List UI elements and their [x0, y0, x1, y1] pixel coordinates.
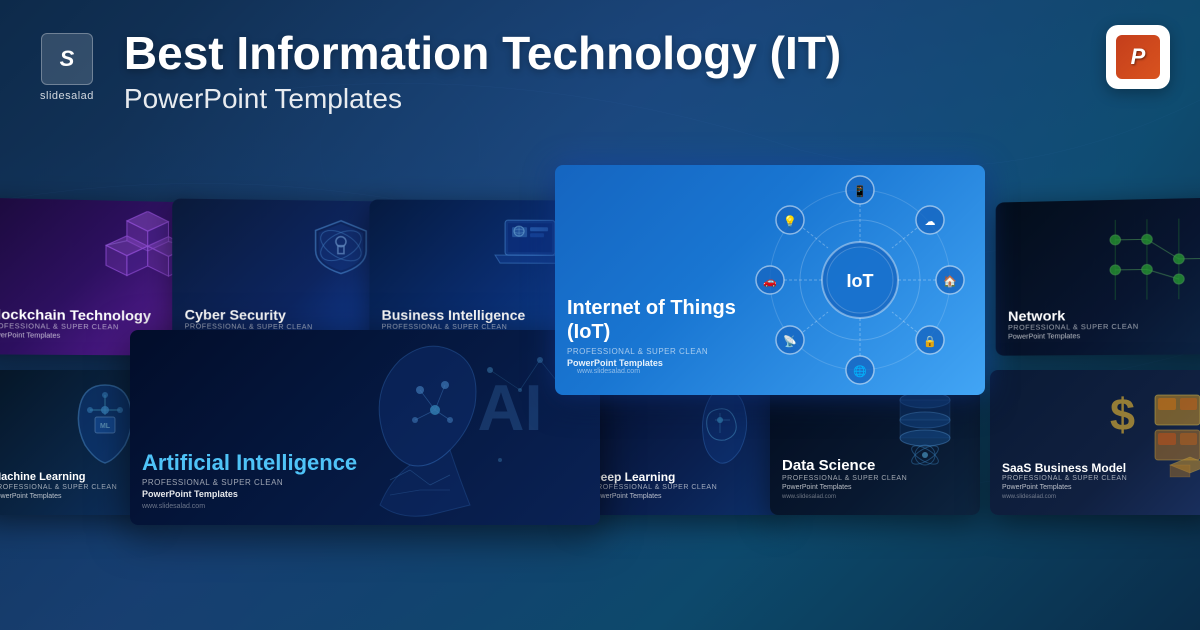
- iot-tag: Professional & Super Clean: [567, 347, 743, 356]
- ml-card-content: Machine Learning Professional & Super Cl…: [0, 461, 150, 515]
- bi-title: Business Intelligence: [382, 307, 568, 324]
- network-tag: Professional & Super Clean: [1008, 323, 1200, 332]
- data-url: www.slidesalad.com: [782, 494, 968, 500]
- svg-text:ML: ML: [100, 423, 111, 430]
- svg-text:$: $: [1110, 389, 1135, 440]
- cyber-title: Cyber Security: [185, 307, 375, 325]
- logo-letter: S: [60, 46, 75, 72]
- title-area: Best Information Technology (IT) PowerPo…: [124, 28, 1160, 115]
- ai-title: Artificial Intelligence: [142, 450, 398, 476]
- ai-subtitle: PowerPoint Templates: [142, 489, 398, 499]
- blockchain-title: Blockchain Technology: [0, 306, 182, 325]
- data-card-content: Data Science Professional & Super Clean …: [770, 447, 980, 515]
- saas-url: www.slidesalad.com: [1002, 494, 1200, 500]
- ai-tag: Professional & Super Clean: [142, 478, 398, 487]
- iot-title: Internet of Things (IoT): [567, 296, 743, 344]
- svg-text:☁: ☁: [925, 216, 936, 228]
- data-tag: Professional & Super Clean: [782, 475, 968, 482]
- iot-url: www.slidesalad.com: [577, 368, 753, 375]
- svg-text:💡: 💡: [783, 215, 797, 228]
- svg-text:🌐: 🌐: [853, 365, 867, 378]
- ai-card[interactable]: AI Artificial Intelligence Professional …: [130, 330, 600, 525]
- deep-card-content: Deep Learning Professional & Super Clean…: [580, 460, 780, 515]
- main-title: Best Information Technology (IT): [124, 28, 1160, 79]
- network-title: Network: [1008, 306, 1200, 325]
- saas-card-content: SaaS Business Model Professional & Super…: [990, 451, 1200, 515]
- deep-subtitle: PowerPoint Templates: [592, 493, 768, 500]
- saas-title: SaaS Business Model: [1002, 461, 1200, 475]
- saas-tag: Professional & Super Clean: [1002, 475, 1200, 482]
- network-subtitle: PowerPoint Templates: [1008, 332, 1200, 341]
- svg-text:📡: 📡: [783, 334, 797, 348]
- logo-area: S slidesalad: [40, 33, 94, 102]
- ml-title: Machine Learning: [0, 471, 138, 484]
- iot-diagram: IoT 📱 ☁ 🏠 🔒 🌐 📡: [745, 175, 975, 385]
- svg-text:🚗: 🚗: [763, 276, 777, 288]
- data-subtitle: PowerPoint Templates: [782, 484, 968, 491]
- saas-subtitle: PowerPoint Templates: [1002, 484, 1200, 491]
- iot-card-content: Internet of Things (IoT) Professional & …: [555, 286, 755, 395]
- logo-box: S: [41, 33, 93, 85]
- network-card-content: Network Professional & Super Clean Power…: [996, 296, 1200, 356]
- ai-url: www.slidesalad.com: [142, 503, 398, 510]
- ml-card[interactable]: ML Machine Learning Professional & Super…: [0, 370, 150, 515]
- svg-text:IoT: IoT: [847, 271, 874, 291]
- logo-text: slidesalad: [40, 90, 94, 102]
- deep-title: Deep Learning: [592, 470, 768, 484]
- saas-card[interactable]: $ SaaS Business Model Professional & Sup…: [990, 370, 1200, 515]
- deep-tag: Professional & Super Clean: [592, 484, 768, 491]
- ml-tag: Professional & Super Clean: [0, 484, 138, 491]
- data-title: Data Science: [782, 457, 968, 475]
- sub-title: PowerPoint Templates: [124, 83, 1160, 115]
- ml-subtitle: PowerPoint Templates: [0, 493, 138, 500]
- iot-subtitle: PowerPoint Templates: [567, 358, 743, 368]
- svg-text:🔒: 🔒: [923, 335, 937, 348]
- svg-text:🏠: 🏠: [943, 275, 957, 288]
- svg-text:AI: AI: [478, 371, 543, 444]
- ai-card-content: Artificial Intelligence Professional & S…: [130, 440, 410, 525]
- cards-container: Blockchain Technology Professional & Sup…: [0, 200, 1200, 630]
- header: S slidesalad Best Information Technology…: [0, 0, 1200, 200]
- network-card[interactable]: Network Professional & Super Clean Power…: [996, 197, 1200, 355]
